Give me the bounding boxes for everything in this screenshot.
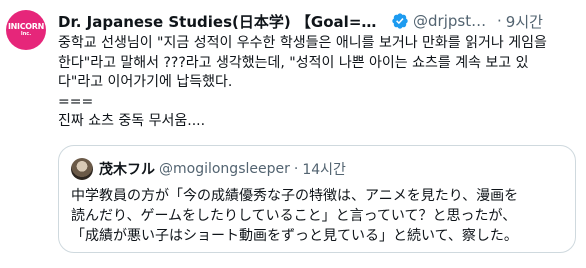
quoted-author-handle: @mogilongsleeper xyxy=(159,161,290,177)
tweet[interactable]: INICORN Inc. Dr. Japanese Studies(日本学) 【… xyxy=(0,0,586,268)
quoted-avatar xyxy=(71,158,93,180)
quoted-separator-dot: · xyxy=(293,161,299,177)
tweet-text: 중학교 선생님이 "지금 성적이 우수한 학생들은 애니를 보거나 만화를 읽거… xyxy=(58,35,547,129)
tweet-timestamp[interactable]: 9시간 xyxy=(506,11,543,32)
avatar-logo-subtext: Inc. xyxy=(20,31,32,37)
quoted-tweet-header: 茂木フル @mogilongsleeper · 14시간 xyxy=(71,158,346,180)
quoted-author-name: 茂木フル xyxy=(99,162,155,178)
avatar[interactable]: INICORN Inc. xyxy=(6,10,46,50)
quoted-tweet-text: 中学教員の方が「今の成績優秀な子の特徴は、アニメを見たり、漫画を 読んだり、ゲー… xyxy=(71,188,519,244)
quoted-timestamp: 14시간 xyxy=(302,162,346,178)
verified-badge-icon xyxy=(391,12,409,30)
separator-dot: · xyxy=(497,12,502,30)
tweet-header: Dr. Japanese Studies(日本学) 【Goal=Writing … xyxy=(58,11,578,31)
quoted-tweet[interactable]: 茂木フル @mogilongsleeper · 14시간 中学教員の方が「今の成… xyxy=(58,145,576,253)
author-name[interactable]: Dr. Japanese Studies(日本学) 【Goal=Writing … xyxy=(58,11,388,32)
avatar-logo-text: INICORN xyxy=(7,22,45,31)
author-handle[interactable]: @drjpstu… xyxy=(413,12,493,30)
